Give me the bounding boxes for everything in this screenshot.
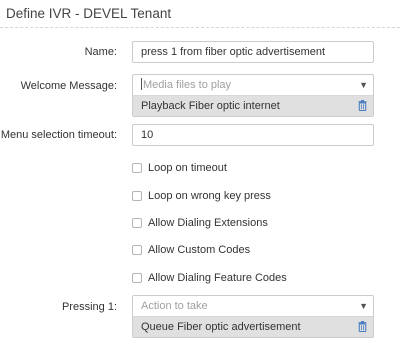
chevron-down-icon[interactable]: ▼ <box>359 75 368 95</box>
pressing-1-select[interactable]: Action to take ▼ Queue Fiber optic adver… <box>132 295 374 338</box>
title-divider <box>0 27 400 28</box>
trash-icon[interactable] <box>358 321 367 332</box>
allow-dialing-feature-codes-label: Allow Dialing Feature Codes <box>148 272 287 284</box>
welcome-message-select[interactable]: Media files to play ▼ Playback Fiber opt… <box>132 74 374 117</box>
option-loop-on-timeout[interactable]: Loop on timeout <box>132 161 227 175</box>
welcome-message-chosen-item[interactable]: Playback Fiber optic internet <box>133 96 373 116</box>
welcome-message-search[interactable]: Media files to play ▼ <box>133 75 373 96</box>
name-input[interactable]: press 1 from fiber optic advertisement <box>132 41 374 63</box>
loop-on-timeout-label: Loop on timeout <box>148 162 227 174</box>
pressing-1-label: Pressing 1: <box>61 301 117 313</box>
welcome-message-placeholder: Media files to play <box>143 79 232 91</box>
loop-on-wrong-key-checkbox[interactable] <box>132 191 142 201</box>
allow-dialing-feature-codes-checkbox[interactable] <box>132 273 142 283</box>
option-loop-on-wrong-key[interactable]: Loop on wrong key press <box>132 189 271 203</box>
option-allow-dialing-feature-codes[interactable]: Allow Dialing Feature Codes <box>132 271 287 285</box>
pressing-1-placeholder: Action to take <box>141 300 208 312</box>
welcome-message-label: Welcome Message: <box>20 80 117 92</box>
timeout-label: Menu selection timeout: <box>0 129 117 141</box>
chevron-down-icon[interactable]: ▼ <box>359 296 368 316</box>
text-cursor <box>141 78 142 90</box>
allow-custom-codes-label: Allow Custom Codes <box>148 244 251 256</box>
pressing-1-chosen-item[interactable]: Queue Fiber optic advertisement <box>133 317 373 337</box>
pressing-1-search[interactable]: Action to take ▼ <box>133 296 373 317</box>
allow-dialing-extensions-label: Allow Dialing Extensions <box>148 217 268 229</box>
trash-icon[interactable] <box>358 100 367 111</box>
pressing-1-chosen-label: Queue Fiber optic advertisement <box>141 321 301 333</box>
panel-title: Define IVR - DEVEL Tenant <box>6 6 172 21</box>
timeout-input[interactable]: 10 <box>132 124 374 146</box>
option-allow-custom-codes[interactable]: Allow Custom Codes <box>132 243 250 257</box>
loop-on-wrong-key-label: Loop on wrong key press <box>148 190 271 202</box>
allow-dialing-extensions-checkbox[interactable] <box>132 218 142 228</box>
option-allow-dialing-extensions[interactable]: Allow Dialing Extensions <box>132 216 268 230</box>
name-label: Name: <box>84 46 117 58</box>
welcome-message-chosen-label: Playback Fiber optic internet <box>141 100 280 112</box>
loop-on-timeout-checkbox[interactable] <box>132 163 142 173</box>
allow-custom-codes-checkbox[interactable] <box>132 245 142 255</box>
